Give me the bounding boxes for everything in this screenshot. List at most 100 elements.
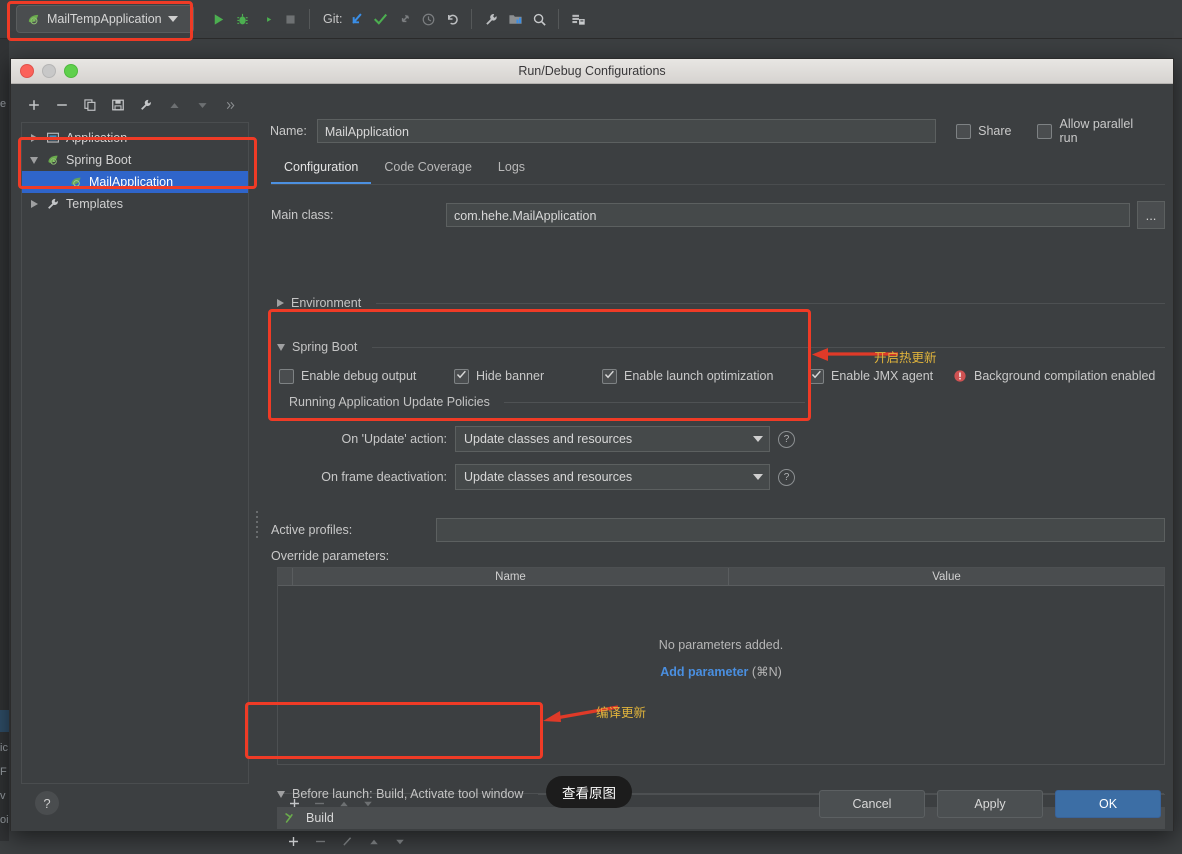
before-launch-label: Before launch: Build, Activate tool wind… [292,787,524,801]
chevron-right-icon[interactable] [28,200,40,208]
tree-item-label: Spring Boot [66,153,132,167]
hide-banner-checkbox[interactable]: Hide banner [454,368,602,384]
copy-configuration-button[interactable] [77,93,103,117]
checkbox-box[interactable] [956,123,972,139]
spring-boot-options-row: Enable debug output Hide banner Enable l… [279,366,1165,386]
checkbox-box[interactable] [279,368,294,384]
ok-button[interactable]: OK [1055,790,1161,818]
chevron-down-icon[interactable] [28,156,40,164]
help-icon[interactable]: ? [778,468,795,486]
annotation-text-update-policies: 开启热更新 [874,351,937,365]
add-parameter-link-row[interactable]: Add parameter (⌘N) [660,664,782,679]
git-update-button[interactable] [344,7,368,31]
springboot-leaf-icon [45,152,61,168]
group-legend-label: Running Application Update Policies [289,395,496,409]
help-button[interactable]: ? [35,791,59,815]
on-frame-deactivation-select[interactable]: Update classes and resources [455,464,770,490]
remove-configuration-button[interactable] [49,93,75,117]
tab-code-coverage[interactable]: Code Coverage [371,154,485,184]
group-legend: Running Application Update Policies [289,395,805,409]
edit-task-button [341,835,354,851]
checkbox-box[interactable] [809,368,824,384]
tab-configuration[interactable]: Configuration [271,154,372,184]
on-update-action-label: On 'Update' action: [341,432,447,446]
debug-button[interactable] [230,7,254,31]
environment-label: Environment [291,296,362,310]
panel-splitter[interactable] [254,504,260,544]
main-class-row: Main class: com.hehe.MailApplication ... [271,201,1165,229]
running-application-update-policies-group: Running Application Update Policies On '… [279,395,813,498]
checkbox-box[interactable] [1037,123,1053,139]
select-value: Update classes and resources [464,470,633,484]
checkbox-box[interactable] [602,368,617,384]
name-row: Name: MailApplication Share Allow parall… [270,117,1165,145]
table-header-value[interactable]: Value [729,568,1164,585]
edit-templates-button[interactable] [133,93,159,117]
git-rollback-button[interactable] [440,7,464,31]
toolbar-separator [309,9,310,29]
run-configuration-selector[interactable]: MailTempApplication [16,5,194,33]
springboot-leaf-icon [25,11,41,27]
chevron-down-icon [753,436,763,442]
gutter-text-fragment: F [0,766,7,778]
on-update-action-select[interactable]: Update classes and resources [455,426,770,452]
move-task-up-button [368,836,380,851]
git-commit-button[interactable] [368,7,392,31]
chevron-down-icon[interactable] [277,343,285,351]
tree-item-templates[interactable]: Templates [22,193,248,215]
git-history-button [416,7,440,31]
tree-item-mailapplication[interactable]: MailApplication [22,171,248,193]
configuration-name-input[interactable]: MailApplication [316,119,937,143]
share-label: Share [978,124,1012,138]
browse-main-class-button[interactable]: ... [1137,201,1165,229]
select-value: Update classes and resources [464,432,633,446]
main-class-input[interactable]: com.hehe.MailApplication [446,203,1130,227]
toolbar-separator-3 [558,9,560,29]
override-parameters-table[interactable]: Name Value No parameters added. Add para… [277,567,1165,808]
detail-tabs[interactable]: Configuration Code Coverage Logs [271,154,538,184]
move-task-down-button [394,836,406,851]
share-checkbox[interactable]: Share [956,123,1012,139]
add-parameter-link[interactable]: Add parameter [660,665,748,679]
tree-item-spring-boot[interactable]: Spring Boot [22,149,248,171]
checkbox-box[interactable] [454,368,469,384]
empty-state-text: No parameters added. [658,638,784,652]
dialog-title: Run/Debug Configurations [518,64,666,78]
database-button[interactable] [566,7,590,31]
active-profiles-input[interactable] [436,518,1165,542]
override-parameters-label: Override parameters: [271,549,390,563]
enable-debug-output-checkbox[interactable]: Enable debug output [279,368,454,384]
chevron-right-icon[interactable] [28,134,40,142]
enable-launch-optimization-checkbox[interactable]: Enable launch optimization [602,368,809,384]
save-configuration-button[interactable] [105,93,131,117]
chevron-right-icon[interactable] [277,299,284,307]
apply-button[interactable]: Apply [937,790,1043,818]
settings-button[interactable] [479,7,503,31]
git-label: Git: [323,12,343,26]
configurations-tree[interactable]: Application Spring Boot MailApplication [21,122,249,784]
search-everywhere-button[interactable] [527,7,551,31]
view-original-image-button[interactable]: 查看原图 [546,776,632,808]
spring-boot-label: Spring Boot [292,340,358,354]
section-rule [376,302,1165,304]
tab-logs[interactable]: Logs [485,154,538,184]
table-body: No parameters added. Add parameter (⌘N) [278,586,1164,793]
spring-boot-section-header[interactable]: Spring Boot [277,340,1165,358]
add-parameter-shortcut: (⌘N) [751,665,782,679]
tree-item-application[interactable]: Application [22,127,248,149]
allow-parallel-run-checkbox[interactable]: Allow parallel run [1037,117,1153,145]
table-header-name[interactable]: Name [293,568,729,585]
run-button[interactable] [206,7,230,31]
more-button[interactable] [217,93,243,117]
enable-jmx-agent-checkbox[interactable]: Enable JMX agent [809,368,953,384]
environment-section-header[interactable]: Environment [277,296,1165,314]
project-structure-button[interactable] [503,7,527,31]
help-icon[interactable]: ? [778,430,795,448]
add-configuration-button[interactable] [21,93,47,117]
run-with-coverage-button[interactable] [254,7,278,31]
chevron-down-icon[interactable] [277,790,285,798]
checkbox-label: Enable debug output [301,369,417,383]
add-task-button[interactable] [287,835,300,851]
stop-button [278,7,302,31]
cancel-button[interactable]: Cancel [819,790,925,818]
